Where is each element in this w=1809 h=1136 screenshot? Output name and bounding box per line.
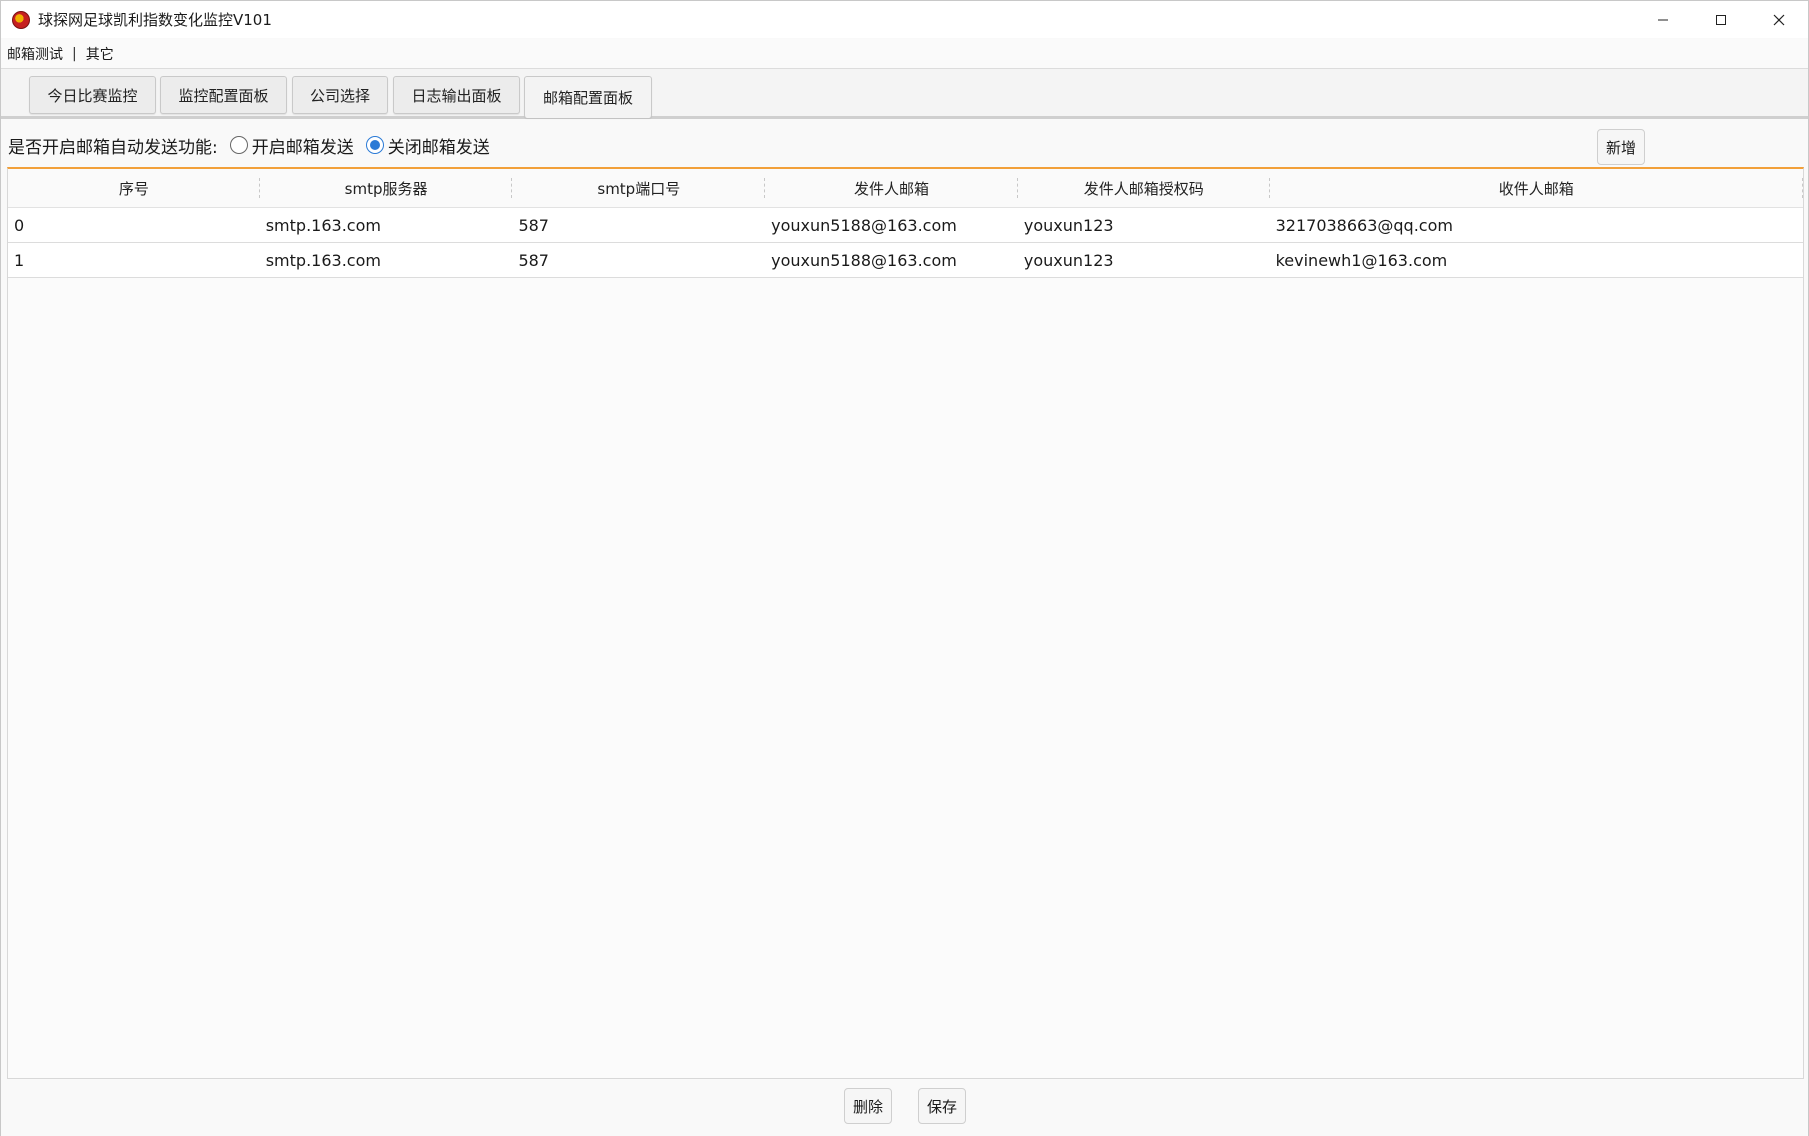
close-button[interactable] — [1750, 1, 1808, 38]
column-header-sender-email[interactable]: 发件人邮箱 — [765, 169, 1018, 207]
column-header-sender-auth-code[interactable]: 发件人邮箱授权码 — [1018, 169, 1270, 207]
radio-disable-label: 关闭邮箱发送 — [387, 137, 490, 158]
column-header-smtp-port[interactable]: smtp端口号 — [512, 169, 765, 207]
tab-monitor-config[interactable]: 监控配置面板 — [160, 76, 287, 114]
tab-log-output[interactable]: 日志输出面板 — [393, 76, 520, 114]
column-header-smtp-server[interactable]: smtp服务器 — [260, 169, 513, 207]
table-row[interactable]: 1 smtp.163.com 587 youxun5188@163.com yo… — [8, 243, 1803, 278]
cell-index[interactable]: 1 — [8, 243, 260, 277]
column-header-recipient-email[interactable]: 收件人邮箱 — [1270, 169, 1804, 207]
tab-company-select[interactable]: 公司选择 — [292, 76, 388, 114]
window-title: 球探网足球凯利指数变化监控V101 — [38, 11, 272, 29]
email-send-option-row: 是否开启邮箱自动发送功能: 开启邮箱发送 关闭邮箱发送 — [8, 132, 490, 158]
table-row[interactable]: 0 smtp.163.com 587 youxun5188@163.com yo… — [8, 208, 1803, 243]
cell-smtp-port[interactable]: 587 — [512, 208, 765, 242]
radio-enable-email[interactable]: 开启邮箱发送 — [229, 133, 354, 158]
email-config-table: 序号 smtp服务器 smtp端口号 发件人邮箱 发件人邮箱授权码 收件人邮箱 … — [7, 167, 1804, 1079]
cell-smtp-port[interactable]: 587 — [512, 243, 765, 277]
add-button[interactable]: 新增 — [1597, 129, 1645, 165]
cell-sender-auth-code[interactable]: youxun123 — [1018, 243, 1270, 277]
menu-email-test[interactable]: 邮箱测试 — [6, 44, 64, 64]
cell-sender-auth-code[interactable]: youxun123 — [1018, 208, 1270, 242]
cell-sender-email[interactable]: youxun5188@163.com — [765, 208, 1018, 242]
app-window: 球探网足球凯利指数变化监控V101 邮箱测试 | 其它 今日比赛监控 监控配置面… — [0, 0, 1809, 1136]
cell-recipient-email[interactable]: 3217038663@qq.com — [1270, 208, 1803, 242]
maximize-button[interactable] — [1692, 1, 1750, 38]
tab-today-match-monitor[interactable]: 今日比赛监控 — [29, 76, 156, 114]
cell-smtp-server[interactable]: smtp.163.com — [260, 208, 513, 242]
radio-disable-icon[interactable] — [365, 136, 384, 154]
cell-sender-email[interactable]: youxun5188@163.com — [765, 243, 1018, 277]
radio-enable-icon[interactable] — [229, 136, 248, 154]
app-logo-icon — [12, 10, 30, 29]
radio-disable-email[interactable]: 关闭邮箱发送 — [365, 133, 490, 158]
minimize-button[interactable] — [1634, 1, 1692, 38]
email-config-panel: 是否开启邮箱自动发送功能: 开启邮箱发送 关闭邮箱发送 新增 序号 smtp服务… — [1, 122, 1808, 1136]
title-bar: 球探网足球凯利指数变化监控V101 — [1, 1, 1808, 38]
menu-bar: 邮箱测试 | 其它 — [1, 39, 1808, 69]
cell-recipient-email[interactable]: kevinewh1@163.com — [1270, 243, 1803, 277]
email-send-question-label: 是否开启邮箱自动发送功能: — [8, 137, 218, 158]
delete-button[interactable]: 删除 — [844, 1088, 892, 1124]
tab-strip: 今日比赛监控 监控配置面板 公司选择 日志输出面板 邮箱配置面板 — [1, 69, 1808, 119]
close-icon — [1773, 14, 1785, 25]
minimize-icon — [1658, 19, 1668, 20]
maximize-icon — [1716, 14, 1726, 25]
cell-smtp-server[interactable]: smtp.163.com — [260, 243, 513, 277]
column-header-index[interactable]: 序号 — [8, 169, 260, 207]
save-button[interactable]: 保存 — [918, 1088, 966, 1124]
table-header: 序号 smtp服务器 smtp端口号 发件人邮箱 发件人邮箱授权码 收件人邮箱 — [8, 169, 1804, 208]
menu-other[interactable]: 其它 — [85, 44, 115, 64]
tab-email-config[interactable]: 邮箱配置面板 — [524, 76, 652, 118]
menu-separator: | — [72, 45, 77, 62]
radio-enable-label: 开启邮箱发送 — [251, 137, 354, 158]
cell-index[interactable]: 0 — [8, 208, 260, 242]
window-controls — [1634, 1, 1808, 38]
